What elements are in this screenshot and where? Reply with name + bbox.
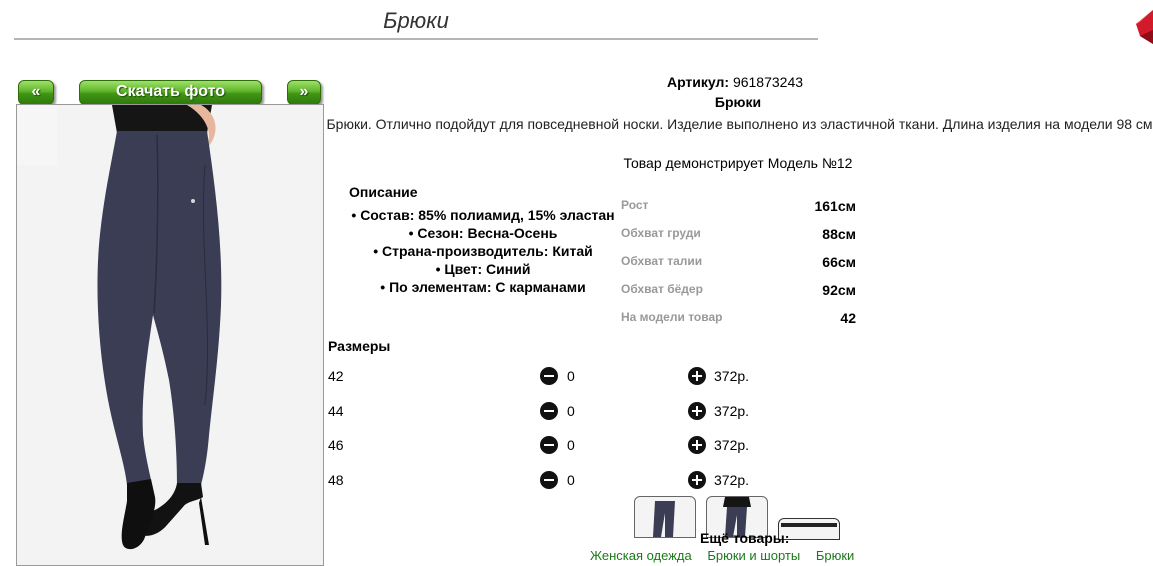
quantity-value: 0 <box>567 403 575 419</box>
plus-icon[interactable] <box>688 367 706 385</box>
product-description: Брюки. Отлично подойдут для повседневной… <box>326 116 1153 132</box>
quantity-value: 0 <box>567 472 575 488</box>
size-label: 46 <box>328 437 344 453</box>
measurement-row: Обхват талии 66см <box>620 252 856 280</box>
sizes-heading: Размеры <box>328 338 391 354</box>
measurement-value: 88см <box>822 226 856 242</box>
plus-icon[interactable] <box>688 471 706 489</box>
size-row: 48 0 372р. <box>328 470 888 492</box>
minus-icon[interactable] <box>540 436 558 454</box>
red-cube-icon[interactable] <box>1136 10 1153 44</box>
price-value: 372р. <box>714 437 750 453</box>
size-row: 44 0 372р. <box>328 401 888 423</box>
attribute-item: Цвет: Синий <box>338 260 628 278</box>
measurement-row: Обхват бёдер 92см <box>620 280 856 308</box>
attribute-list: Состав: 85% полиамид, 15% эластан Сезон:… <box>338 206 628 296</box>
attribute-item: Сезон: Весна-Осень <box>338 224 628 242</box>
product-photo-image <box>17 105 323 565</box>
minus-icon[interactable] <box>540 402 558 420</box>
price-value: 372р. <box>714 368 750 384</box>
description-heading: Описание <box>349 184 418 200</box>
more-products-heading: Ещё товары: <box>700 530 790 546</box>
product-name: Брюки <box>714 94 762 110</box>
plus-icon[interactable] <box>688 436 706 454</box>
article-label: Артикул: <box>666 74 730 90</box>
size-label: 48 <box>328 472 344 488</box>
title-divider <box>14 38 818 40</box>
size-label: 42 <box>328 368 344 384</box>
minus-icon[interactable] <box>540 471 558 489</box>
quantity-value: 0 <box>567 368 575 384</box>
size-row: 46 0 372р. <box>328 435 888 457</box>
measurement-label: Обхват талии <box>621 254 703 268</box>
model-measurements: Рост 161см Обхват груди 88см Обхват тали… <box>620 196 856 336</box>
attribute-item: Страна-производитель: Китай <box>338 242 628 260</box>
product-photo[interactable] <box>16 104 324 566</box>
measurement-row: Обхват груди 88см <box>620 224 856 252</box>
article-line: Артикул: 961873243 <box>620 74 850 90</box>
measurement-value: 42 <box>840 310 856 326</box>
size-row: 42 0 372р. <box>328 366 888 388</box>
size-label: 44 <box>328 403 344 419</box>
attribute-item: Состав: 85% полиамид, 15% эластан <box>338 206 628 224</box>
download-photo-button[interactable]: Скачать фото <box>79 80 262 105</box>
minus-icon[interactable] <box>540 367 558 385</box>
measurement-value: 66см <box>822 254 856 270</box>
quantity-value: 0 <box>567 437 575 453</box>
plus-icon[interactable] <box>688 402 706 420</box>
measurement-label: Обхват груди <box>621 226 701 240</box>
measurement-label: Рост <box>621 198 649 212</box>
measurement-row: На модели товар 42 <box>620 308 856 336</box>
measurement-label: Обхват бёдер <box>621 282 703 296</box>
measurement-value: 92см <box>822 282 856 298</box>
next-photo-button[interactable]: » <box>287 80 321 105</box>
price-value: 372р. <box>714 472 750 488</box>
attribute-item: По элементам: С карманами <box>338 278 628 296</box>
measurement-row: Рост 161см <box>620 196 856 224</box>
model-info: Товар демонстрирует Модель №12 <box>623 155 853 171</box>
prev-photo-button[interactable]: « <box>18 80 54 105</box>
page-title: Брюки <box>383 8 449 33</box>
thumbnail-image <box>653 501 675 537</box>
price-value: 372р. <box>714 403 750 419</box>
article-value: 961873243 <box>732 74 804 90</box>
measurement-value: 161см <box>814 198 856 214</box>
measurement-label: На модели товар <box>621 310 723 324</box>
thumbnail[interactable] <box>634 496 696 538</box>
